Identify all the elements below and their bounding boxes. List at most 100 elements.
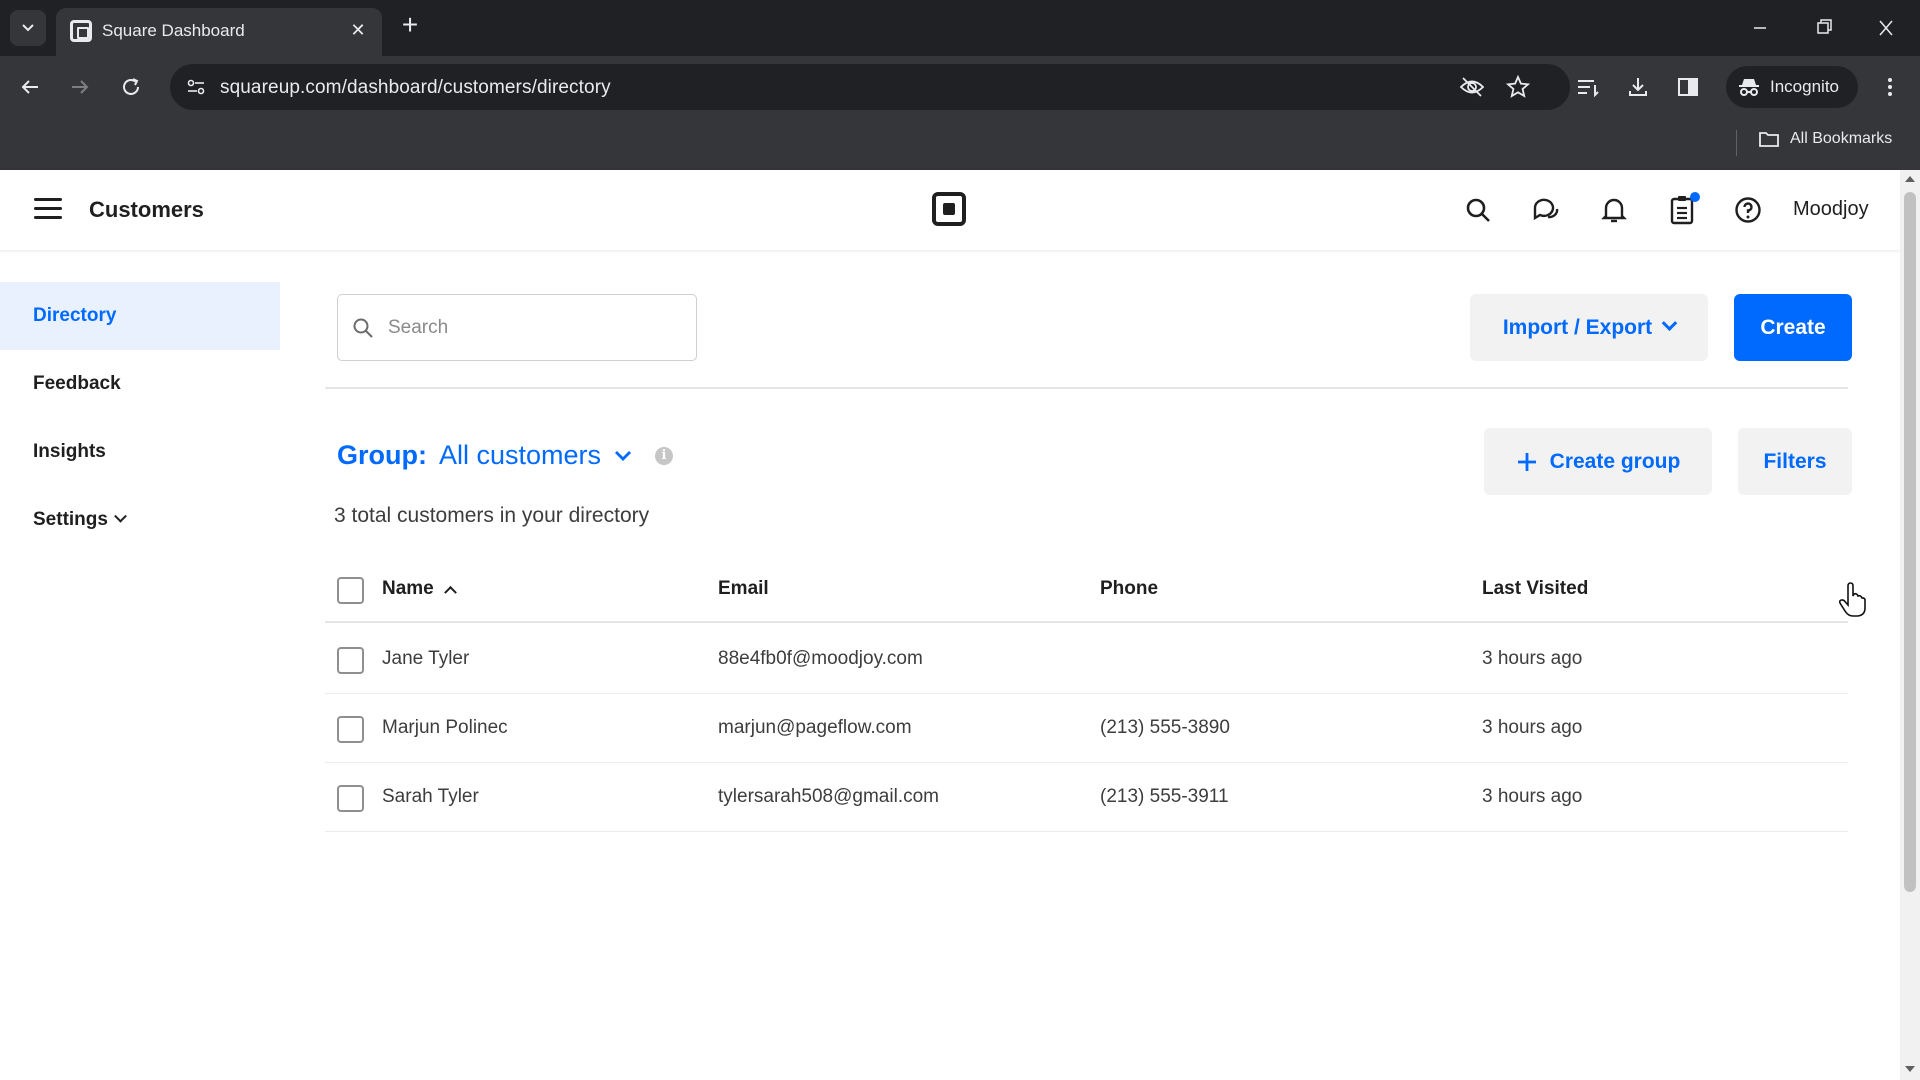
search-icon [352, 317, 376, 341]
customer-name[interactable]: Jane Tyler [382, 625, 469, 693]
row-checkbox[interactable] [337, 647, 364, 674]
minimize-button[interactable] [1742, 12, 1778, 44]
help-icon[interactable] [1730, 192, 1766, 228]
customer-last-visited: 3 hours ago [1482, 786, 1583, 807]
filters-button[interactable]: Filters [1738, 428, 1852, 495]
table-header: Name Email Phone Last Visited [325, 555, 1848, 623]
search-icon[interactable] [1460, 192, 1496, 228]
column-header-label: Email [718, 578, 769, 599]
column-header-name[interactable]: Name [382, 555, 457, 623]
chevron-down-icon[interactable] [613, 449, 633, 463]
customer-phone: (213) 555-3890 [1100, 717, 1230, 738]
search-input[interactable] [388, 313, 678, 343]
sidebar-item-label: Feedback [33, 373, 121, 394]
reload-button[interactable] [113, 69, 149, 105]
create-button[interactable]: Create [1734, 294, 1852, 361]
reload-icon [123, 78, 139, 95]
page-scrollbar[interactable] [1900, 170, 1920, 1080]
incognito-icon [1739, 79, 1759, 96]
clipboard-icon[interactable] [1664, 192, 1700, 228]
messages-icon[interactable] [1528, 192, 1564, 228]
close-window-button[interactable] [1868, 12, 1904, 44]
info-icon[interactable]: i [655, 446, 674, 465]
customer-email: tylersarah508@gmail.com [718, 786, 939, 807]
restore-button[interactable] [1806, 12, 1842, 44]
table-row[interactable]: Marjun Polinec marjun@pageflow.com (213)… [325, 694, 1848, 763]
arrow-left-icon [21, 80, 38, 94]
close-tab-icon[interactable]: ✕ [346, 18, 370, 42]
column-header-email[interactable]: Email [718, 555, 769, 623]
sidebar-item-directory[interactable]: Directory [0, 282, 280, 350]
browser-toolbar: squareup.com/dashboard/customers/directo… [0, 56, 1920, 118]
sidebar-item-insights[interactable]: Insights [0, 418, 280, 486]
customer-name[interactable]: Marjun Polinec [382, 694, 508, 762]
toolbar-divider [325, 387, 1848, 389]
eye-off-icon[interactable] [1458, 73, 1486, 101]
account-menu[interactable]: Moodjoy [1793, 198, 1869, 221]
address-bar[interactable]: squareup.com/dashboard/customers/directo… [170, 64, 1570, 110]
column-header-phone[interactable]: Phone [1100, 555, 1158, 623]
table-row[interactable]: Jane Tyler 88e4fb0f@moodjoy.com 3 hours … [325, 625, 1848, 694]
plus-icon [1517, 452, 1536, 471]
folder-icon [1759, 132, 1779, 147]
forward-button[interactable] [62, 69, 98, 105]
column-header-last-visited[interactable]: Last Visited [1482, 555, 1588, 623]
tab-search-button[interactable] [10, 10, 46, 46]
customer-phone: (213) 555-3911 [1100, 786, 1229, 807]
all-bookmarks-label: All Bookmarks [1790, 130, 1893, 147]
bell-icon[interactable] [1596, 192, 1632, 228]
square-logo[interactable] [932, 192, 966, 226]
download-icon[interactable] [1620, 69, 1656, 105]
row-checkbox[interactable] [337, 785, 364, 812]
close-icon [1879, 20, 1893, 36]
bookmarks-divider [1736, 130, 1737, 156]
scroll-down-arrow-icon[interactable] [1905, 1066, 1915, 1072]
menu-icon[interactable] [34, 198, 64, 222]
scroll-up-arrow-icon[interactable] [1905, 176, 1915, 182]
side-panel-icon[interactable] [1670, 69, 1706, 105]
reading-list-icon[interactable] [1570, 69, 1606, 105]
chevron-down-icon [22, 24, 34, 32]
customer-last-visited: 3 hours ago [1482, 717, 1583, 738]
group-label: Group: [337, 440, 427, 470]
group-selector-row: Group: All customers i [337, 440, 674, 471]
sidebar-item-label: Directory [33, 305, 117, 326]
import-export-button[interactable]: Import / Export [1470, 294, 1708, 361]
filters-label: Filters [1763, 449, 1827, 473]
customer-email: 88e4fb0f@moodjoy.com [718, 648, 923, 669]
column-header-label: Last Visited [1482, 578, 1589, 599]
search-field[interactable] [337, 294, 697, 361]
new-tab-button[interactable]: + [396, 11, 424, 40]
chevron-down-icon [1661, 315, 1678, 332]
page-title: Customers [89, 197, 204, 222]
create-label: Create [1760, 315, 1826, 339]
browser-tabstrip: Square Dashboard ✕ + [0, 0, 1920, 56]
customer-last-visited: 3 hours ago [1482, 648, 1583, 669]
all-bookmarks-button[interactable]: All Bookmarks [1758, 130, 1892, 148]
site-info-icon[interactable] [182, 73, 210, 101]
browser-menu-icon[interactable] [1872, 69, 1908, 105]
sidebar-item-feedback[interactable]: Feedback [0, 350, 280, 418]
hand-cursor-icon [1838, 582, 1866, 617]
profile-label: Incognito [1770, 77, 1839, 96]
bookmark-star-icon[interactable] [1504, 73, 1532, 101]
row-checkbox[interactable] [337, 716, 364, 743]
sidebar-item-settings[interactable]: Settings [0, 486, 280, 554]
customer-name[interactable]: Sarah Tyler [382, 763, 479, 831]
create-group-button[interactable]: Create group [1484, 428, 1712, 495]
column-header-label: Phone [1100, 578, 1159, 599]
total-customers-text: 3 total customers in your directory [334, 504, 650, 527]
notification-dot [1690, 192, 1700, 202]
sort-ascending-icon [443, 585, 457, 599]
chevron-down-icon [114, 509, 127, 523]
back-button[interactable] [12, 69, 48, 105]
incognito-profile-button[interactable]: Incognito [1726, 66, 1858, 108]
table-row[interactable]: Sarah Tyler tylersarah508@gmail.com (213… [325, 763, 1848, 832]
group-dropdown[interactable]: All customers [439, 440, 601, 471]
square-favicon-icon [70, 20, 92, 42]
select-all-checkbox[interactable] [337, 577, 364, 604]
tab-title: Square Dashboard [102, 21, 245, 40]
browser-tab-active[interactable]: Square Dashboard ✕ [56, 8, 382, 56]
sidebar-item-label: Insights [33, 441, 106, 462]
scroll-thumb[interactable] [1904, 192, 1916, 892]
